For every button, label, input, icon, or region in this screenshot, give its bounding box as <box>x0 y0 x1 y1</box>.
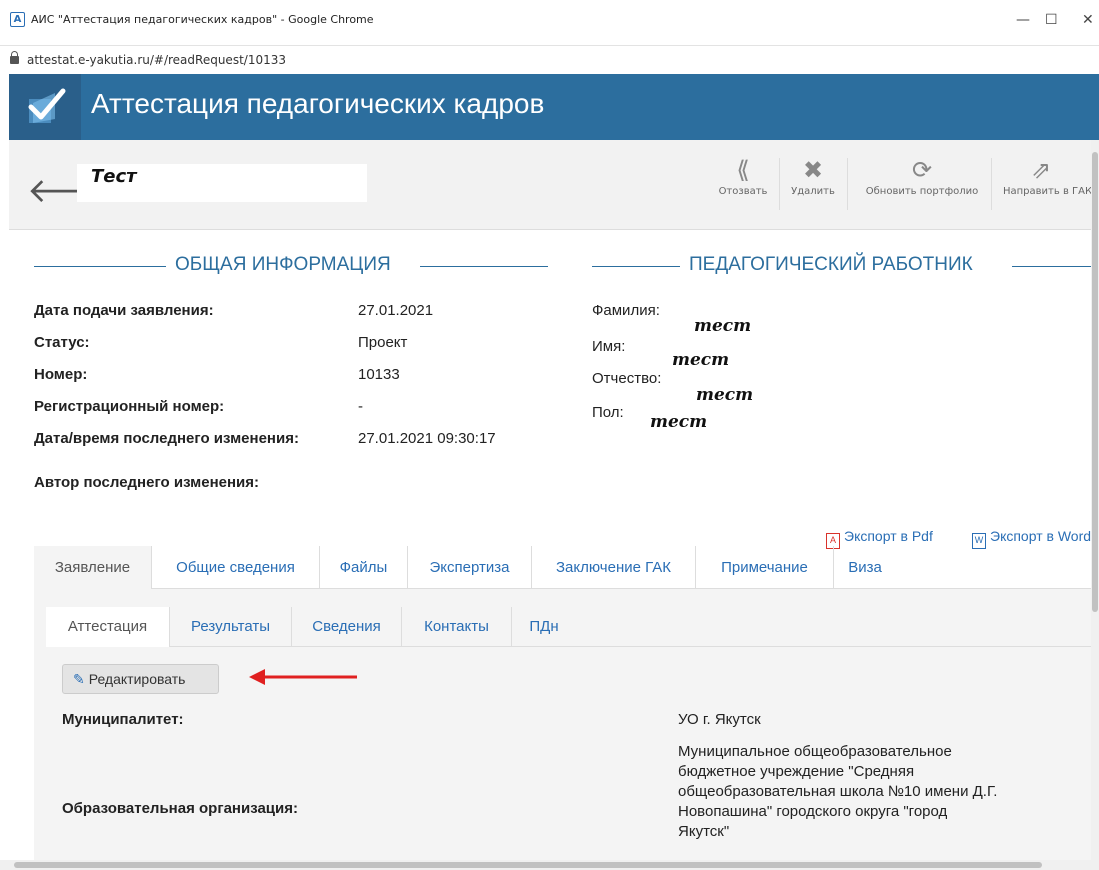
app-favicon-icon: A <box>10 12 25 27</box>
refresh-icon: ⟳ <box>911 156 933 184</box>
window-titlebar: A АИС "Аттестация педагогических кадров"… <box>0 0 1099 67</box>
municipality-label: Муниципалитет: <box>62 711 184 728</box>
reply-all-icon: ⟪ <box>736 156 750 184</box>
maximize-button[interactable]: ☐ <box>1045 12 1058 28</box>
last-modified-value: 27.01.2021 09:30:17 <box>358 430 496 447</box>
withdraw-label: Отозвать <box>718 186 768 197</box>
delete-label: Удалить <box>791 186 835 197</box>
toolbar-divider <box>779 158 780 210</box>
request-name: Тест <box>91 166 137 187</box>
tab-general-info[interactable]: Общие сведения <box>152 546 320 589</box>
delete-button[interactable]: ✖ Удалить <box>785 156 841 197</box>
last-modified-label: Дата/время последнего изменения: <box>34 430 299 447</box>
patronymic-label: Отчество: <box>592 370 662 387</box>
withdraw-button[interactable]: ⟪ Отозвать <box>713 156 773 197</box>
org-value-line: общеобразовательная школа №10 имени Д.Г. <box>678 783 998 800</box>
tab-visa[interactable]: Виза <box>834 546 896 589</box>
lock-icon <box>10 51 19 64</box>
main-tabs: Заявление Общие сведения Файлы Экспертиз… <box>34 546 1099 589</box>
surname-label: Фамилия: <box>592 302 660 319</box>
surname-value: тест <box>694 316 752 336</box>
reg-number-label: Регистрационный номер: <box>34 398 225 415</box>
general-info-heading: ОБЩАЯ ИНФОРМАЦИЯ <box>175 254 391 275</box>
window-title-text: АИС "Аттестация педагогических кадров" -… <box>31 13 374 26</box>
municipality-value: УО г. Якутск <box>678 711 761 728</box>
subtab-attestation[interactable]: Аттестация <box>46 607 170 647</box>
tab-files[interactable]: Файлы <box>320 546 408 589</box>
reg-number-value: - <box>358 398 363 415</box>
tab-note[interactable]: Примечание <box>696 546 834 589</box>
minimize-button[interactable]: — <box>1016 12 1030 28</box>
close-window-button[interactable]: ✕ <box>1082 12 1094 28</box>
tab-application[interactable]: Заявление <box>34 546 152 589</box>
status-label: Статус: <box>34 334 90 351</box>
org-value-line: бюджетное учреждение "Средняя <box>678 763 915 780</box>
org-value-line: Муниципальное общеобразовательное <box>678 743 952 760</box>
vertical-scroll-thumb[interactable] <box>1092 152 1098 612</box>
window-title: A АИС "Аттестация педагогических кадров"… <box>10 12 374 27</box>
heading-rule <box>420 266 548 267</box>
share-icon: ⇗ <box>1031 156 1052 184</box>
sub-tabs: Аттестация Результаты Сведения Контакты … <box>46 607 1099 647</box>
request-toolbar: 🡐 Тест ⟪ Отозвать ✖ Удалить ⟳ Обновить п… <box>9 140 1099 230</box>
org-label: Образовательная организация: <box>62 800 298 817</box>
toolbar-divider <box>847 158 848 210</box>
teacher-heading: ПЕДАГОГИЧЕСКИЙ РАБОТНИК <box>689 254 973 275</box>
org-value: Муниципальное общеобразовательное бюджет… <box>678 742 997 842</box>
last-author-label: Автор последнего изменения: <box>34 474 260 491</box>
export-word-label: Экспорт в Word <box>990 528 1092 544</box>
toolbar-divider <box>991 158 992 210</box>
org-value-line: Новопашина" городского округа "город <box>678 803 948 820</box>
org-value-line: Якутск" <box>678 823 730 840</box>
edit-button[interactable]: ✎ Редактировать <box>62 664 219 694</box>
address-bar[interactable]: attestat.e-yakutia.ru/#/readRequest/1013… <box>10 51 286 67</box>
number-label: Номер: <box>34 366 88 383</box>
edit-button-label: Редактировать <box>88 671 186 687</box>
subtab-pdn[interactable]: ПДн <box>512 607 576 647</box>
status-value: Проект <box>358 334 408 351</box>
send-label: Направить в ГАК <box>1003 186 1093 197</box>
subtab-details[interactable]: Сведения <box>292 607 402 647</box>
tab-expertise[interactable]: Экспертиза <box>408 546 532 589</box>
pencil-icon: ✎ <box>73 671 85 687</box>
subtab-results[interactable]: Результаты <box>170 607 292 647</box>
request-name-box: Тест <box>77 164 367 202</box>
send-to-gak-button[interactable]: ⇗ Направить в ГАК <box>999 156 1099 197</box>
app-header: Аттестация педагогических кадров <box>9 74 1099 140</box>
heading-rule <box>34 266 166 267</box>
submit-date-value: 27.01.2021 <box>358 302 434 319</box>
url-text[interactable]: attestat.e-yakutia.ru/#/readRequest/1013… <box>27 53 286 67</box>
heading-rule <box>1012 266 1099 267</box>
export-pdf-label: Экспорт в Pdf <box>844 528 933 544</box>
tab-gak-conclusion[interactable]: Заключение ГАК <box>532 546 696 589</box>
gender-label: Пол: <box>592 404 624 421</box>
submit-date-label: Дата подачи заявления: <box>34 302 214 319</box>
firstname-value: тест <box>672 350 730 370</box>
firstname-label: Имя: <box>592 338 626 355</box>
refresh-portfolio-button[interactable]: ⟳ Обновить портфолио <box>855 156 989 197</box>
heading-rule <box>592 266 680 267</box>
red-arrow-annotation <box>249 669 357 685</box>
subtab-contacts[interactable]: Контакты <box>402 607 512 647</box>
refresh-label: Обновить портфолио <box>865 186 979 197</box>
gender-value: тест <box>650 412 708 432</box>
number-value: 10133 <box>358 366 400 383</box>
horizontal-scroll-thumb[interactable] <box>14 862 1042 868</box>
patronymic-value: тест <box>696 385 754 405</box>
app-title: Аттестация педагогических кадров <box>91 88 545 119</box>
app-logo-icon <box>9 74 81 140</box>
close-icon: ✖ <box>802 156 824 184</box>
